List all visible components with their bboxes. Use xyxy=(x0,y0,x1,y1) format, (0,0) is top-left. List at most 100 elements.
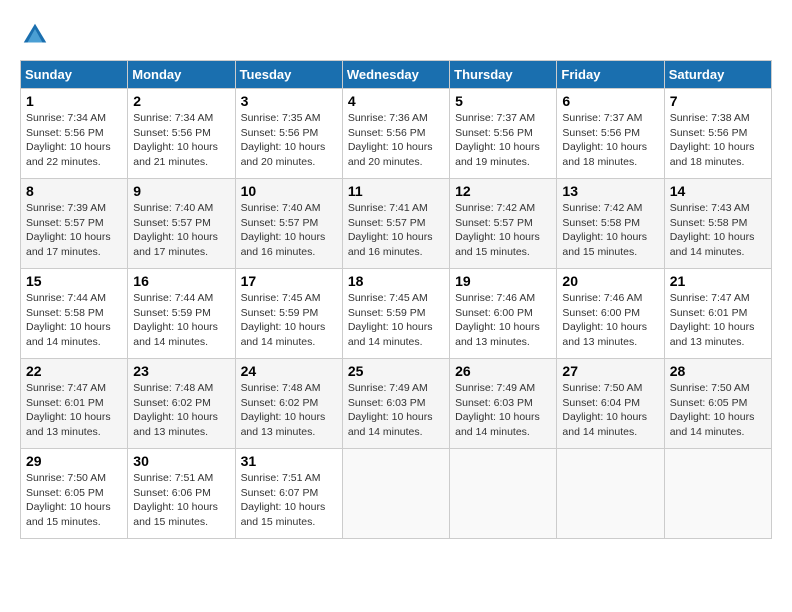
week-row-5: 29 Sunrise: 7:50 AM Sunset: 6:05 PM Dayli… xyxy=(21,449,772,539)
day-cell: 7 Sunrise: 7:38 AM Sunset: 5:56 PM Daylig… xyxy=(664,89,771,179)
day-info: Sunrise: 7:47 AM Sunset: 6:01 PM Dayligh… xyxy=(670,291,766,350)
day-info: Sunrise: 7:42 AM Sunset: 5:58 PM Dayligh… xyxy=(562,201,658,260)
day-cell: 10 Sunrise: 7:40 AM Sunset: 5:57 PM Dayli… xyxy=(235,179,342,269)
col-header-monday: Monday xyxy=(128,61,235,89)
day-info: Sunrise: 7:48 AM Sunset: 6:02 PM Dayligh… xyxy=(133,381,229,440)
day-number: 25 xyxy=(348,363,444,379)
day-number: 17 xyxy=(241,273,337,289)
day-cell: 14 Sunrise: 7:43 AM Sunset: 5:58 PM Dayli… xyxy=(664,179,771,269)
day-number: 27 xyxy=(562,363,658,379)
day-info: Sunrise: 7:35 AM Sunset: 5:56 PM Dayligh… xyxy=(241,111,337,170)
day-number: 20 xyxy=(562,273,658,289)
day-cell: 22 Sunrise: 7:47 AM Sunset: 6:01 PM Dayli… xyxy=(21,359,128,449)
calendar-table: SundayMondayTuesdayWednesdayThursdayFrid… xyxy=(20,60,772,539)
day-info: Sunrise: 7:45 AM Sunset: 5:59 PM Dayligh… xyxy=(241,291,337,350)
logo-icon xyxy=(20,20,50,50)
header-row: SundayMondayTuesdayWednesdayThursdayFrid… xyxy=(21,61,772,89)
day-info: Sunrise: 7:44 AM Sunset: 5:59 PM Dayligh… xyxy=(133,291,229,350)
day-cell: 20 Sunrise: 7:46 AM Sunset: 6:00 PM Dayli… xyxy=(557,269,664,359)
day-number: 28 xyxy=(670,363,766,379)
day-number: 11 xyxy=(348,183,444,199)
day-number: 3 xyxy=(241,93,337,109)
day-cell xyxy=(664,449,771,539)
day-number: 9 xyxy=(133,183,229,199)
day-info: Sunrise: 7:50 AM Sunset: 6:04 PM Dayligh… xyxy=(562,381,658,440)
day-number: 19 xyxy=(455,273,551,289)
day-number: 8 xyxy=(26,183,122,199)
col-header-thursday: Thursday xyxy=(450,61,557,89)
day-info: Sunrise: 7:37 AM Sunset: 5:56 PM Dayligh… xyxy=(455,111,551,170)
day-cell xyxy=(342,449,449,539)
day-info: Sunrise: 7:41 AM Sunset: 5:57 PM Dayligh… xyxy=(348,201,444,260)
day-number: 24 xyxy=(241,363,337,379)
day-info: Sunrise: 7:49 AM Sunset: 6:03 PM Dayligh… xyxy=(348,381,444,440)
day-info: Sunrise: 7:50 AM Sunset: 6:05 PM Dayligh… xyxy=(26,471,122,530)
day-info: Sunrise: 7:43 AM Sunset: 5:58 PM Dayligh… xyxy=(670,201,766,260)
day-cell: 27 Sunrise: 7:50 AM Sunset: 6:04 PM Dayli… xyxy=(557,359,664,449)
day-cell: 31 Sunrise: 7:51 AM Sunset: 6:07 PM Dayli… xyxy=(235,449,342,539)
header xyxy=(20,20,772,50)
day-info: Sunrise: 7:51 AM Sunset: 6:06 PM Dayligh… xyxy=(133,471,229,530)
day-info: Sunrise: 7:51 AM Sunset: 6:07 PM Dayligh… xyxy=(241,471,337,530)
day-cell: 4Sunrise: 7:36 AM Sunset: 5:56 PM Daylig… xyxy=(342,89,449,179)
day-info: Sunrise: 7:42 AM Sunset: 5:57 PM Dayligh… xyxy=(455,201,551,260)
day-cell: 29 Sunrise: 7:50 AM Sunset: 6:05 PM Dayli… xyxy=(21,449,128,539)
day-cell: 3 Sunrise: 7:35 AM Sunset: 5:56 PM Daylig… xyxy=(235,89,342,179)
day-cell: 1Sunrise: 7:34 AM Sunset: 5:56 PM Daylig… xyxy=(21,89,128,179)
day-number: 22 xyxy=(26,363,122,379)
day-number: 2 xyxy=(133,93,229,109)
week-row-1: 1 Sunrise: 7:34 AM Sunset: 5:56 PM Daylig… xyxy=(21,89,772,179)
day-number: 16 xyxy=(133,273,229,289)
week-row-2: 8 Sunrise: 7:39 AM Sunset: 5:57 PM Daylig… xyxy=(21,179,772,269)
day-cell: 19 Sunrise: 7:46 AM Sunset: 6:00 PM Dayli… xyxy=(450,269,557,359)
day-info: Sunrise: 7:39 AM Sunset: 5:57 PM Dayligh… xyxy=(26,201,122,260)
day-info: Sunrise: 7:47 AM Sunset: 6:01 PM Dayligh… xyxy=(26,381,122,440)
day-number: 23 xyxy=(133,363,229,379)
day-cell: 21 Sunrise: 7:47 AM Sunset: 6:01 PM Dayli… xyxy=(664,269,771,359)
day-number: 7 xyxy=(670,93,766,109)
day-number: 21 xyxy=(670,273,766,289)
day-info: Sunrise: 7:46 AM Sunset: 6:00 PM Dayligh… xyxy=(455,291,551,350)
day-cell: 8 Sunrise: 7:39 AM Sunset: 5:57 PM Daylig… xyxy=(21,179,128,269)
col-header-tuesday: Tuesday xyxy=(235,61,342,89)
day-info: Sunrise: 7:34 AM Sunset: 5:56 PM Dayligh… xyxy=(133,111,229,170)
day-number: 10 xyxy=(241,183,337,199)
week-row-3: 15Sunrise: 7:44 AM Sunset: 5:58 PM Dayli… xyxy=(21,269,772,359)
col-header-saturday: Saturday xyxy=(664,61,771,89)
logo xyxy=(20,20,54,50)
week-row-4: 22 Sunrise: 7:47 AM Sunset: 6:01 PM Dayli… xyxy=(21,359,772,449)
day-cell: 18 Sunrise: 7:45 AM Sunset: 5:59 PM Dayli… xyxy=(342,269,449,359)
day-cell: 28 Sunrise: 7:50 AM Sunset: 6:05 PM Dayli… xyxy=(664,359,771,449)
day-number: 6 xyxy=(562,93,658,109)
day-number: 1 xyxy=(26,93,122,109)
day-info: Sunrise: 7:38 AM Sunset: 5:56 PM Dayligh… xyxy=(670,111,766,170)
col-header-sunday: Sunday xyxy=(21,61,128,89)
day-cell: 17 Sunrise: 7:45 AM Sunset: 5:59 PM Dayli… xyxy=(235,269,342,359)
day-info: Sunrise: 7:37 AM Sunset: 5:56 PM Dayligh… xyxy=(562,111,658,170)
day-number: 18 xyxy=(348,273,444,289)
day-cell xyxy=(557,449,664,539)
day-info: Sunrise: 7:40 AM Sunset: 5:57 PM Dayligh… xyxy=(133,201,229,260)
day-cell: 26Sunrise: 7:49 AM Sunset: 6:03 PM Dayli… xyxy=(450,359,557,449)
day-number: 12 xyxy=(455,183,551,199)
col-header-friday: Friday xyxy=(557,61,664,89)
day-cell: 15Sunrise: 7:44 AM Sunset: 5:58 PM Dayli… xyxy=(21,269,128,359)
day-cell: 11 Sunrise: 7:41 AM Sunset: 5:57 PM Dayli… xyxy=(342,179,449,269)
day-number: 30 xyxy=(133,453,229,469)
day-cell xyxy=(450,449,557,539)
day-cell: 2 Sunrise: 7:34 AM Sunset: 5:56 PM Daylig… xyxy=(128,89,235,179)
day-info: Sunrise: 7:50 AM Sunset: 6:05 PM Dayligh… xyxy=(670,381,766,440)
day-cell: 12 Sunrise: 7:42 AM Sunset: 5:57 PM Dayli… xyxy=(450,179,557,269)
day-info: Sunrise: 7:45 AM Sunset: 5:59 PM Dayligh… xyxy=(348,291,444,350)
day-info: Sunrise: 7:49 AM Sunset: 6:03 PM Dayligh… xyxy=(455,381,551,440)
day-number: 31 xyxy=(241,453,337,469)
day-info: Sunrise: 7:36 AM Sunset: 5:56 PM Dayligh… xyxy=(348,111,444,170)
day-cell: 30 Sunrise: 7:51 AM Sunset: 6:06 PM Dayli… xyxy=(128,449,235,539)
col-header-wednesday: Wednesday xyxy=(342,61,449,89)
day-number: 14 xyxy=(670,183,766,199)
day-number: 13 xyxy=(562,183,658,199)
day-info: Sunrise: 7:40 AM Sunset: 5:57 PM Dayligh… xyxy=(241,201,337,260)
day-info: Sunrise: 7:46 AM Sunset: 6:00 PM Dayligh… xyxy=(562,291,658,350)
day-info: Sunrise: 7:48 AM Sunset: 6:02 PM Dayligh… xyxy=(241,381,337,440)
day-number: 29 xyxy=(26,453,122,469)
